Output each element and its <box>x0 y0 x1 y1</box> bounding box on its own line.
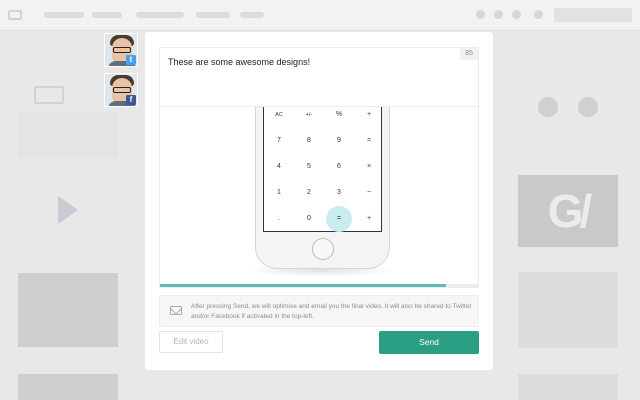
share-modal: These are some awesome designs! 85 AC +/-… <box>145 32 493 370</box>
character-count: 85 <box>460 48 478 60</box>
calculator-key-label: 9 <box>337 137 341 144</box>
calculator-key-label: 5 <box>307 163 311 170</box>
calculator-key: 3 <box>324 180 354 206</box>
background-tile <box>518 272 618 348</box>
message-composer: These are some awesome designs! 85 AC +/-… <box>159 47 479 288</box>
calculator-key-label: 8 <box>307 137 311 144</box>
calculator-key-label: 3 <box>337 189 341 196</box>
background-nav-item <box>136 12 184 18</box>
calculator-key-label: 4 <box>277 163 281 170</box>
mail-icon <box>170 306 182 315</box>
background-logo <box>8 10 22 20</box>
background-nav-item <box>92 12 122 18</box>
calculator-key: = <box>354 128 384 154</box>
phone-mockup: AC +/-% +7 8 9 = 4 5 6 × 1 2 3 −. 0 = + <box>255 107 390 269</box>
background-icon <box>476 10 485 19</box>
calculator-key: 6 <box>324 154 354 180</box>
calculator-key: % <box>324 107 354 128</box>
video-preview: AC +/-% +7 8 9 = 4 5 6 × 1 2 3 −. 0 = + <box>160 107 478 287</box>
calculator-key: +/- <box>294 107 324 128</box>
facebook-account-avatar[interactable]: f <box>104 73 138 107</box>
twitter-account-avatar[interactable]: t <box>104 33 138 67</box>
background-search <box>554 8 632 22</box>
edit-video-button[interactable]: Edit video <box>159 331 223 353</box>
send-button[interactable]: Send <box>379 331 479 354</box>
calculator-key: 7 <box>264 128 294 154</box>
calculator-key: − <box>354 180 384 206</box>
background-nav-item <box>240 12 264 18</box>
calculator-key: 4 <box>264 154 294 180</box>
calculator-screen: AC +/-% +7 8 9 = 4 5 6 × 1 2 3 −. 0 = + <box>263 107 382 232</box>
calculator-key: . <box>264 206 294 232</box>
calculator-key: 2 <box>294 180 324 206</box>
background-arrow-icon <box>58 196 78 224</box>
background-topbar <box>0 0 640 31</box>
background-tile <box>18 273 118 347</box>
background-tile <box>18 374 118 400</box>
calculator-key: AC <box>264 107 294 128</box>
calculator-key-label: 6 <box>337 163 341 170</box>
calculator-key-label: + <box>366 215 372 222</box>
background-gear-icon <box>578 97 598 117</box>
video-progress-bar <box>160 284 478 287</box>
background-nav-item <box>196 12 230 18</box>
calculator-key-label: % <box>335 111 343 118</box>
calculator-key: × <box>354 154 384 180</box>
background-icon <box>512 10 521 19</box>
background-brand-tile: G/ <box>518 175 618 247</box>
background-gear-icon <box>538 97 558 117</box>
calculator-key: 8 <box>294 128 324 154</box>
calculator-key: + <box>354 206 384 232</box>
calculator-key: 5 <box>294 154 324 180</box>
calculator-key: 0 <box>294 206 324 232</box>
calculator-key-label: . <box>278 215 280 222</box>
background-icon <box>534 10 543 19</box>
calculator-key-label: − <box>366 189 372 196</box>
calculator-key-label: 2 <box>307 189 311 196</box>
message-input[interactable]: These are some awesome designs! <box>168 57 310 67</box>
info-notice: After pressing Send, we will optimise an… <box>159 295 479 327</box>
calculator-key: 9 <box>324 128 354 154</box>
video-progress-fill <box>160 284 447 287</box>
calculator-key-label: × <box>366 163 372 170</box>
facebook-icon: f <box>126 95 136 105</box>
calculator-key-label: + <box>366 111 372 118</box>
calculator-key-label: 0 <box>307 215 311 222</box>
calculator-key-label: = <box>366 137 372 144</box>
twitter-icon: t <box>126 55 136 65</box>
info-text: After pressing Send, we will optimise an… <box>191 303 472 320</box>
calculator-key: = <box>324 206 354 232</box>
background-nav-item <box>44 12 84 18</box>
background-tile <box>518 374 618 400</box>
calculator-key-label: 7 <box>277 137 281 144</box>
background-laptop-icon <box>34 86 64 104</box>
calculator-key-label: 1 <box>277 189 281 196</box>
phone-home-button <box>312 238 334 260</box>
background-tile <box>18 112 118 158</box>
calculator-key-label: +/- <box>305 112 313 118</box>
calculator-key: + <box>354 107 384 128</box>
calculator-key-label: AC <box>275 112 283 118</box>
calculator-key: 1 <box>264 180 294 206</box>
calculator-key-label: = <box>336 215 342 222</box>
background-icon <box>494 10 503 19</box>
